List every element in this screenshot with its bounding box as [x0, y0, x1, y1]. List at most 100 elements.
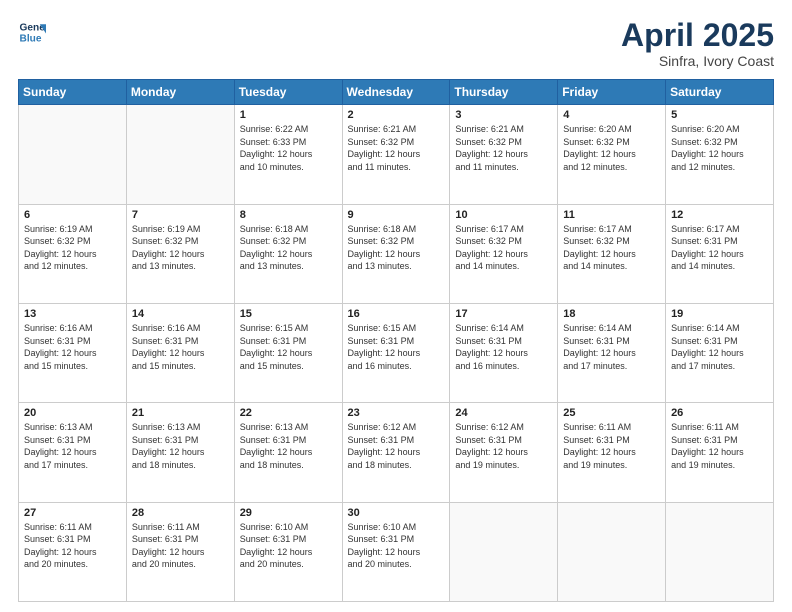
day-info: Sunrise: 6:15 AM Sunset: 6:31 PM Dayligh… — [240, 322, 337, 372]
calendar-cell: 25 Sunrise: 6:11 AM Sunset: 6:31 PM Dayli… — [558, 403, 666, 502]
day-number: 17 — [455, 308, 552, 320]
calendar-cell: 7 Sunrise: 6:19 AM Sunset: 6:32 PM Daylig… — [126, 204, 234, 303]
page: General Blue April 2025 Sinfra, Ivory Co… — [0, 0, 792, 612]
calendar-cell: 4 Sunrise: 6:20 AM Sunset: 6:32 PM Daylig… — [558, 105, 666, 204]
day-info: Sunrise: 6:10 AM Sunset: 6:31 PM Dayligh… — [348, 521, 445, 571]
calendar-cell: 1Sunrise: 6:22 AM Sunset: 6:33 PM Daylig… — [234, 105, 342, 204]
day-number: 12 — [671, 209, 768, 221]
day-number: 13 — [24, 308, 121, 320]
day-info: Sunrise: 6:18 AM Sunset: 6:32 PM Dayligh… — [240, 223, 337, 273]
day-number: 19 — [671, 308, 768, 320]
month-title: April 2025 — [621, 18, 774, 53]
week-row-4: 27 Sunrise: 6:11 AM Sunset: 6:31 PM Dayli… — [19, 502, 774, 601]
calendar-cell: 20 Sunrise: 6:13 AM Sunset: 6:31 PM Dayli… — [19, 403, 127, 502]
day-number: 22 — [240, 407, 337, 419]
calendar-cell: 16 Sunrise: 6:15 AM Sunset: 6:31 PM Dayli… — [342, 303, 450, 402]
day-info: Sunrise: 6:17 AM Sunset: 6:32 PM Dayligh… — [563, 223, 660, 273]
day-info: Sunrise: 6:21 AM Sunset: 6:32 PM Dayligh… — [455, 123, 552, 173]
calendar-cell: 21 Sunrise: 6:13 AM Sunset: 6:31 PM Dayli… — [126, 403, 234, 502]
day-number: 28 — [132, 507, 229, 519]
week-row-2: 13 Sunrise: 6:16 AM Sunset: 6:31 PM Dayli… — [19, 303, 774, 402]
day-info: Sunrise: 6:19 AM Sunset: 6:32 PM Dayligh… — [132, 223, 229, 273]
calendar-cell — [450, 502, 558, 601]
calendar-cell: 2 Sunrise: 6:21 AM Sunset: 6:32 PM Daylig… — [342, 105, 450, 204]
calendar-cell: 6 Sunrise: 6:19 AM Sunset: 6:32 PM Daylig… — [19, 204, 127, 303]
day-number: 2 — [348, 109, 445, 121]
calendar-cell: 8 Sunrise: 6:18 AM Sunset: 6:32 PM Daylig… — [234, 204, 342, 303]
day-info: Sunrise: 6:13 AM Sunset: 6:31 PM Dayligh… — [240, 421, 337, 471]
calendar-cell: 11 Sunrise: 6:17 AM Sunset: 6:32 PM Dayli… — [558, 204, 666, 303]
calendar-cell: 22 Sunrise: 6:13 AM Sunset: 6:31 PM Dayli… — [234, 403, 342, 502]
day-number: 18 — [563, 308, 660, 320]
day-info: Sunrise: 6:17 AM Sunset: 6:32 PM Dayligh… — [455, 223, 552, 273]
day-info: Sunrise: 6:16 AM Sunset: 6:31 PM Dayligh… — [24, 322, 121, 372]
day-info: Sunrise: 6:20 AM Sunset: 6:32 PM Dayligh… — [563, 123, 660, 173]
calendar-cell — [666, 502, 774, 601]
calendar-cell: 12 Sunrise: 6:17 AM Sunset: 6:31 PM Dayli… — [666, 204, 774, 303]
calendar-cell: 13 Sunrise: 6:16 AM Sunset: 6:31 PM Dayli… — [19, 303, 127, 402]
day-info: Sunrise: 6:15 AM Sunset: 6:31 PM Dayligh… — [348, 322, 445, 372]
header: General Blue April 2025 Sinfra, Ivory Co… — [18, 18, 774, 69]
day-number: 27 — [24, 507, 121, 519]
day-number: 7 — [132, 209, 229, 221]
calendar-table: Sunday Monday Tuesday Wednesday Thursday… — [18, 79, 774, 602]
day-info: Sunrise: 6:12 AM Sunset: 6:31 PM Dayligh… — [455, 421, 552, 471]
logo-icon: General Blue — [18, 18, 46, 46]
day-number: 29 — [240, 507, 337, 519]
day-number: 21 — [132, 407, 229, 419]
calendar-cell: 14Sunrise: 6:16 AM Sunset: 6:31 PM Dayli… — [126, 303, 234, 402]
calendar-cell: 18 Sunrise: 6:14 AM Sunset: 6:31 PM Dayli… — [558, 303, 666, 402]
day-number: 9 — [348, 209, 445, 221]
calendar-cell: 15Sunrise: 6:15 AM Sunset: 6:31 PM Dayli… — [234, 303, 342, 402]
day-number: 16 — [348, 308, 445, 320]
day-info: Sunrise: 6:14 AM Sunset: 6:31 PM Dayligh… — [671, 322, 768, 372]
day-number: 23 — [348, 407, 445, 419]
day-number: 3 — [455, 109, 552, 121]
week-row-3: 20 Sunrise: 6:13 AM Sunset: 6:31 PM Dayli… — [19, 403, 774, 502]
day-number: 8 — [240, 209, 337, 221]
col-friday: Friday — [558, 80, 666, 105]
day-number: 4 — [563, 109, 660, 121]
calendar-cell: 27Sunrise: 6:11 AM Sunset: 6:31 PM Dayli… — [19, 502, 127, 601]
calendar-cell: 23 Sunrise: 6:12 AM Sunset: 6:31 PM Dayli… — [342, 403, 450, 502]
calendar-cell: 3 Sunrise: 6:21 AM Sunset: 6:32 PM Daylig… — [450, 105, 558, 204]
day-number: 6 — [24, 209, 121, 221]
calendar-header-row: Sunday Monday Tuesday Wednesday Thursday… — [19, 80, 774, 105]
calendar-cell: 26Sunrise: 6:11 AM Sunset: 6:31 PM Dayli… — [666, 403, 774, 502]
day-info: Sunrise: 6:11 AM Sunset: 6:31 PM Dayligh… — [132, 521, 229, 571]
col-wednesday: Wednesday — [342, 80, 450, 105]
logo: General Blue — [18, 18, 46, 46]
day-info: Sunrise: 6:18 AM Sunset: 6:32 PM Dayligh… — [348, 223, 445, 273]
svg-text:General: General — [20, 22, 46, 33]
calendar-cell: 17 Sunrise: 6:14 AM Sunset: 6:31 PM Dayli… — [450, 303, 558, 402]
day-info: Sunrise: 6:12 AM Sunset: 6:31 PM Dayligh… — [348, 421, 445, 471]
day-info: Sunrise: 6:11 AM Sunset: 6:31 PM Dayligh… — [563, 421, 660, 471]
col-saturday: Saturday — [666, 80, 774, 105]
day-info: Sunrise: 6:13 AM Sunset: 6:31 PM Dayligh… — [132, 421, 229, 471]
day-number: 11 — [563, 209, 660, 221]
col-thursday: Thursday — [450, 80, 558, 105]
calendar-cell: 24Sunrise: 6:12 AM Sunset: 6:31 PM Dayli… — [450, 403, 558, 502]
calendar-cell: 30 Sunrise: 6:10 AM Sunset: 6:31 PM Dayli… — [342, 502, 450, 601]
day-number: 20 — [24, 407, 121, 419]
col-tuesday: Tuesday — [234, 80, 342, 105]
day-number: 25 — [563, 407, 660, 419]
calendar-cell: 5Sunrise: 6:20 AM Sunset: 6:32 PM Daylig… — [666, 105, 774, 204]
day-info: Sunrise: 6:20 AM Sunset: 6:32 PM Dayligh… — [671, 123, 768, 173]
week-row-0: 1Sunrise: 6:22 AM Sunset: 6:33 PM Daylig… — [19, 105, 774, 204]
day-info: Sunrise: 6:22 AM Sunset: 6:33 PM Dayligh… — [240, 123, 337, 173]
svg-text:Blue: Blue — [20, 33, 42, 44]
day-info: Sunrise: 6:11 AM Sunset: 6:31 PM Dayligh… — [671, 421, 768, 471]
day-info: Sunrise: 6:14 AM Sunset: 6:31 PM Dayligh… — [563, 322, 660, 372]
day-number: 30 — [348, 507, 445, 519]
calendar-cell — [19, 105, 127, 204]
day-info: Sunrise: 6:19 AM Sunset: 6:32 PM Dayligh… — [24, 223, 121, 273]
day-info: Sunrise: 6:13 AM Sunset: 6:31 PM Dayligh… — [24, 421, 121, 471]
day-info: Sunrise: 6:21 AM Sunset: 6:32 PM Dayligh… — [348, 123, 445, 173]
day-info: Sunrise: 6:14 AM Sunset: 6:31 PM Dayligh… — [455, 322, 552, 372]
day-info: Sunrise: 6:10 AM Sunset: 6:31 PM Dayligh… — [240, 521, 337, 571]
day-number: 14 — [132, 308, 229, 320]
title-block: April 2025 Sinfra, Ivory Coast — [621, 18, 774, 69]
col-sunday: Sunday — [19, 80, 127, 105]
day-info: Sunrise: 6:17 AM Sunset: 6:31 PM Dayligh… — [671, 223, 768, 273]
